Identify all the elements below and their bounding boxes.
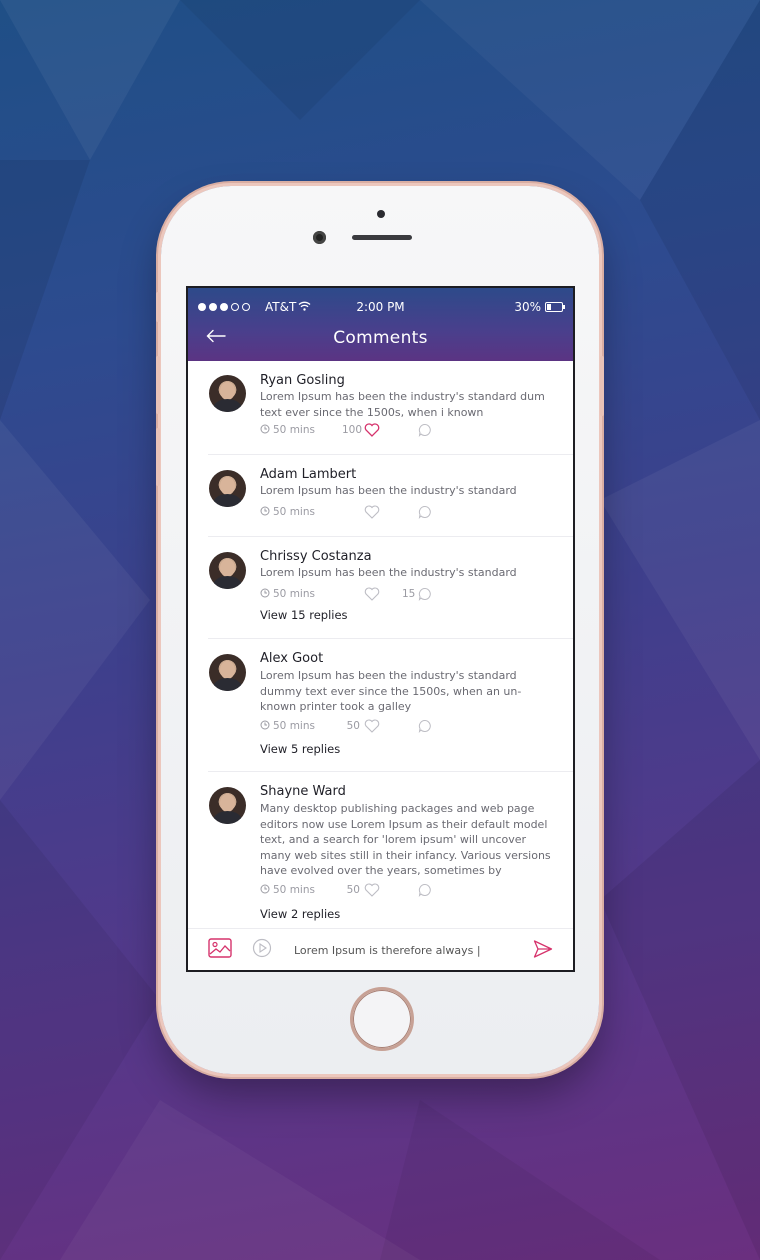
avatar[interactable]	[209, 654, 246, 691]
clock-icon	[260, 720, 270, 730]
heart-icon-liked[interactable]	[364, 423, 380, 437]
reply-count: 15	[402, 588, 416, 600]
avatar[interactable]	[209, 470, 246, 507]
volume-down-button	[156, 428, 160, 486]
send-icon[interactable]	[533, 939, 553, 959]
like-count: 100	[342, 424, 363, 436]
view-replies-link[interactable]: View 15 replies	[260, 608, 348, 622]
comment-text: Lorem Ipsum has been the industry's stan…	[260, 390, 545, 419]
avatar[interactable]	[209, 552, 246, 589]
comment-item: Adam Lambert Lorem Ipsum has been the in…	[208, 455, 573, 537]
comment-meta: 50 mins 50	[260, 719, 560, 734]
comment-time: 50 mins	[273, 884, 315, 896]
heart-icon[interactable]	[364, 587, 380, 601]
comment-item: Shayne Ward Many desktop publishing pack…	[208, 772, 573, 935]
comment-list: Ryan Gosling Lorem Ipsum has been the in…	[188, 361, 573, 935]
comment-author[interactable]: Shayne Ward	[260, 784, 346, 799]
comment-author[interactable]: Chrissy Costanza	[260, 549, 372, 564]
comment-meta: 50 mins 15	[260, 587, 560, 602]
like-count: 50	[346, 884, 360, 896]
earpiece-speaker	[352, 235, 412, 240]
app-header: AT&T 2:00 PM 30% Comments	[188, 288, 573, 361]
comment-text: Lorem Ipsum has been the industry's stan…	[260, 566, 517, 579]
comment-text: Many desktop publishing packages and web…	[260, 802, 551, 877]
comment-meta: 50 mins 100	[260, 423, 560, 438]
comment-time: 50 mins	[273, 424, 315, 436]
comment-author[interactable]: Adam Lambert	[260, 467, 356, 482]
home-button[interactable]	[350, 987, 414, 1051]
comment-item: Ryan Gosling Lorem Ipsum has been the in…	[208, 361, 573, 455]
comment-time: 50 mins	[273, 720, 315, 732]
chat-bubble-icon[interactable]	[418, 423, 432, 437]
comment-item: Chrissy Costanza Lorem Ipsum has been th…	[208, 537, 573, 639]
status-bar: AT&T 2:00 PM 30%	[188, 300, 573, 316]
comment-item: Alex Goot Lorem Ipsum has been the indus…	[208, 639, 573, 772]
chat-bubble-icon[interactable]	[418, 883, 432, 897]
battery-percent: 30%	[514, 300, 541, 314]
comment-author[interactable]: Alex Goot	[260, 651, 323, 666]
comment-text: Lorem Ipsum has been the industry's stan…	[260, 669, 522, 713]
avatar[interactable]	[209, 787, 246, 824]
like-count: 50	[346, 720, 360, 732]
heart-icon[interactable]	[364, 505, 380, 519]
clock-icon	[260, 884, 270, 894]
clock-icon	[260, 588, 270, 598]
mute-switch	[156, 292, 160, 322]
chat-bubble-icon[interactable]	[418, 587, 432, 601]
power-button	[600, 356, 604, 416]
heart-icon[interactable]	[364, 719, 380, 733]
heart-icon[interactable]	[364, 883, 380, 897]
sensor-dot	[377, 210, 385, 218]
comment-time: 50 mins	[273, 506, 315, 518]
comment-time: 50 mins	[273, 588, 315, 600]
comment-text: Lorem Ipsum has been the industry's stan…	[260, 484, 517, 497]
comment-input[interactable]	[292, 939, 526, 961]
front-camera	[313, 231, 326, 244]
chat-bubble-icon[interactable]	[418, 719, 432, 733]
app-screen: AT&T 2:00 PM 30% Comments Ryan Gosling L…	[186, 286, 575, 972]
clock-icon	[260, 506, 270, 516]
view-replies-link[interactable]: View 5 replies	[260, 742, 340, 756]
comment-meta: 50 mins 50	[260, 883, 560, 898]
chat-bubble-icon[interactable]	[418, 505, 432, 519]
page-title: Comments	[333, 328, 428, 348]
video-attach-icon[interactable]	[252, 938, 272, 958]
avatar[interactable]	[209, 375, 246, 412]
comment-composer	[188, 928, 573, 970]
comment-meta: 50 mins	[260, 505, 560, 520]
clock-icon	[260, 424, 270, 434]
volume-up-button	[156, 356, 160, 414]
image-attach-icon[interactable]	[208, 938, 232, 958]
battery-icon	[545, 302, 565, 312]
comment-author[interactable]: Ryan Gosling	[260, 373, 345, 388]
view-replies-link[interactable]: View 2 replies	[260, 907, 340, 921]
